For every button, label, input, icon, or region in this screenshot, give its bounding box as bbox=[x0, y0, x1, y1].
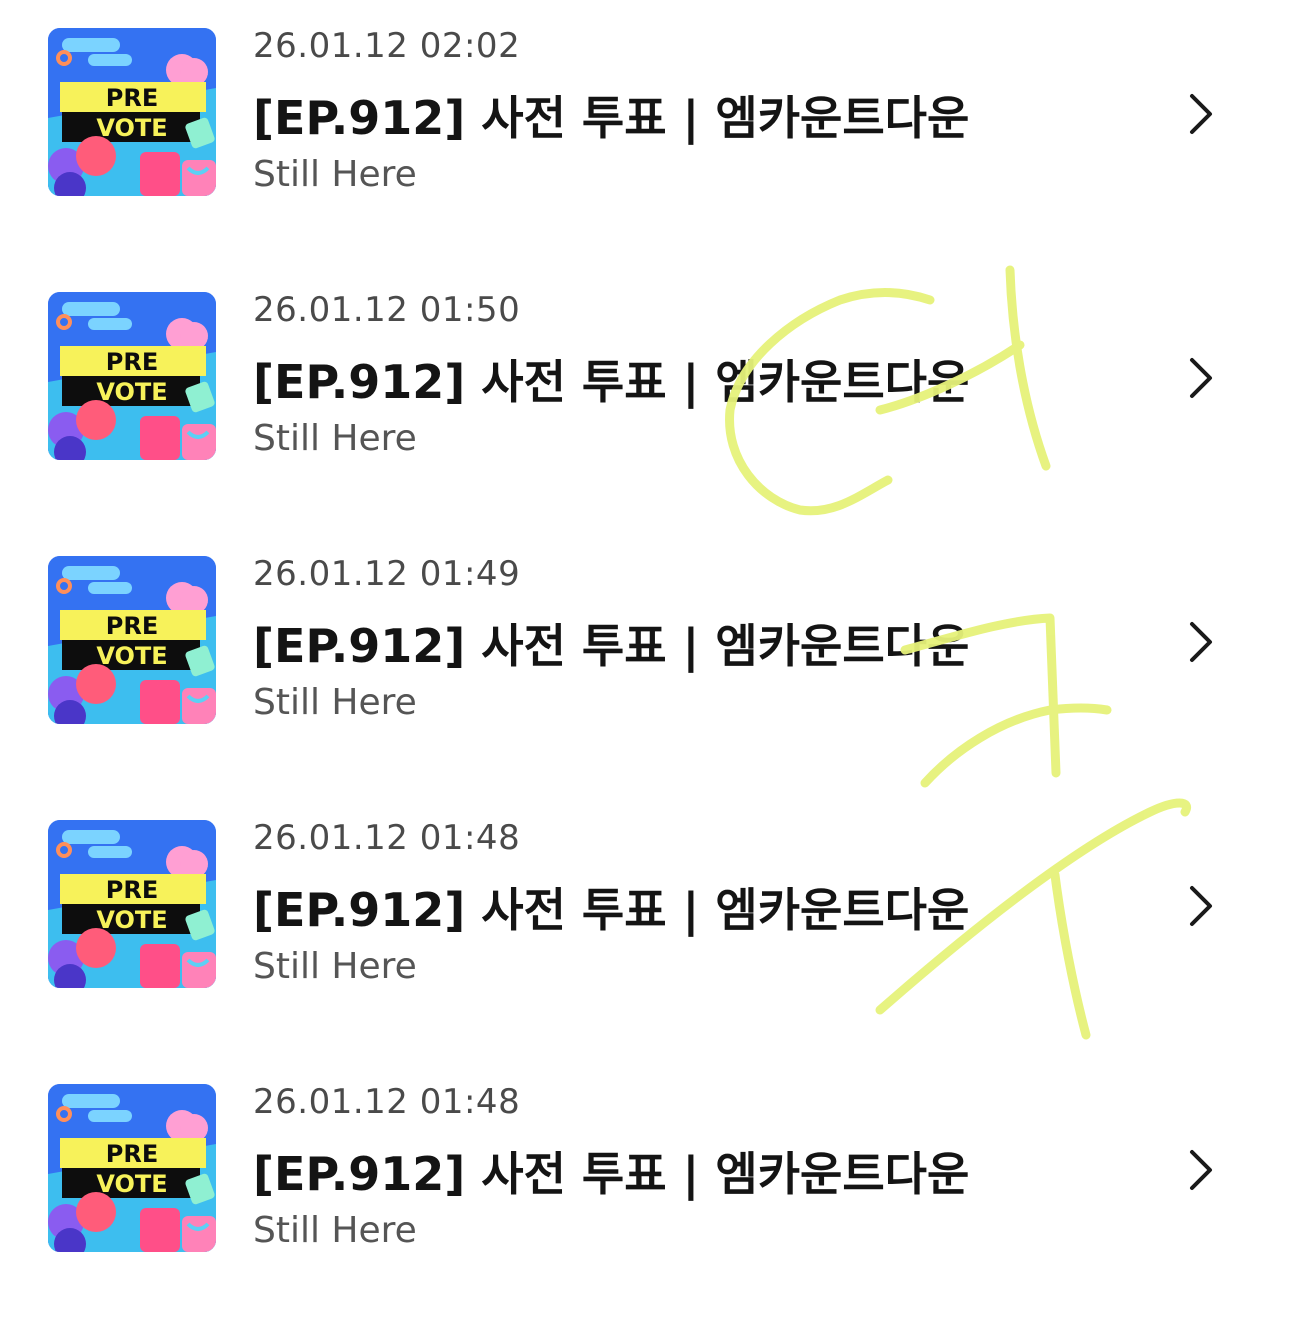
thumb-text-vote: VOTE bbox=[96, 378, 167, 406]
pre-vote-thumbnail: PRE VOTE bbox=[48, 28, 216, 196]
list-item[interactable]: PRE VOTE 26.01.12 01:48 [EP.912] 사전 투표 |… bbox=[0, 1056, 1290, 1320]
chevron-right-icon[interactable] bbox=[1182, 356, 1218, 400]
pre-vote-thumbnail: PRE VOTE bbox=[48, 820, 216, 988]
list-item[interactable]: PRE VOTE 26.01.12 02:02 [EP.912] 사전 투표 |… bbox=[0, 0, 1290, 264]
item-title: [EP.912] 사전 투표 | 엠카운트다운 bbox=[253, 883, 970, 937]
pre-vote-thumbnail: PRE VOTE bbox=[48, 1084, 216, 1252]
pre-vote-thumbnail: PRE VOTE bbox=[48, 292, 216, 460]
chevron-right-icon[interactable] bbox=[1182, 620, 1218, 664]
item-title: [EP.912] 사전 투표 | 엠카운트다운 bbox=[253, 91, 970, 145]
list-item[interactable]: PRE VOTE 26.01.12 01:49 [EP.912] 사전 투표 |… bbox=[0, 528, 1290, 792]
chevron-right-icon[interactable] bbox=[1182, 92, 1218, 136]
thumb-text-pre: PRE bbox=[106, 876, 158, 904]
item-date: 26.01.12 01:50 bbox=[253, 290, 521, 330]
item-artist: Still Here bbox=[253, 946, 417, 987]
item-title: [EP.912] 사전 투표 | 엠카운트다운 bbox=[253, 355, 970, 409]
thumb-text-pre: PRE bbox=[106, 84, 158, 112]
item-artist: Still Here bbox=[253, 1210, 417, 1251]
chevron-right-icon[interactable] bbox=[1182, 1148, 1218, 1192]
thumb-text-vote: VOTE bbox=[96, 114, 167, 142]
thumb-text-pre: PRE bbox=[106, 348, 158, 376]
chevron-right-icon[interactable] bbox=[1182, 884, 1218, 928]
thumb-text-pre: PRE bbox=[106, 1140, 158, 1168]
item-artist: Still Here bbox=[253, 154, 417, 195]
item-title: [EP.912] 사전 투표 | 엠카운트다운 bbox=[253, 1147, 970, 1201]
list-item[interactable]: PRE VOTE 26.01.12 01:50 [EP.912] 사전 투표 |… bbox=[0, 264, 1290, 528]
item-date: 26.01.12 02:02 bbox=[253, 26, 521, 66]
pre-vote-thumbnail: PRE VOTE bbox=[48, 556, 216, 724]
thumb-text-vote: VOTE bbox=[96, 906, 167, 934]
thumb-text-vote: VOTE bbox=[96, 642, 167, 670]
item-artist: Still Here bbox=[253, 418, 417, 459]
item-artist: Still Here bbox=[253, 682, 417, 723]
thumb-text-vote: VOTE bbox=[96, 1170, 167, 1198]
item-date: 26.01.12 01:48 bbox=[253, 1082, 521, 1122]
list-item[interactable]: PRE VOTE 26.01.12 01:48 [EP.912] 사전 투표 |… bbox=[0, 792, 1290, 1056]
vote-history-list: PRE VOTE 26.01.12 02:02 [EP.912] 사전 투표 |… bbox=[0, 0, 1290, 1299]
item-title: [EP.912] 사전 투표 | 엠카운트다운 bbox=[253, 619, 970, 673]
item-date: 26.01.12 01:49 bbox=[253, 554, 521, 594]
item-date: 26.01.12 01:48 bbox=[253, 818, 521, 858]
thumb-text-pre: PRE bbox=[106, 612, 158, 640]
